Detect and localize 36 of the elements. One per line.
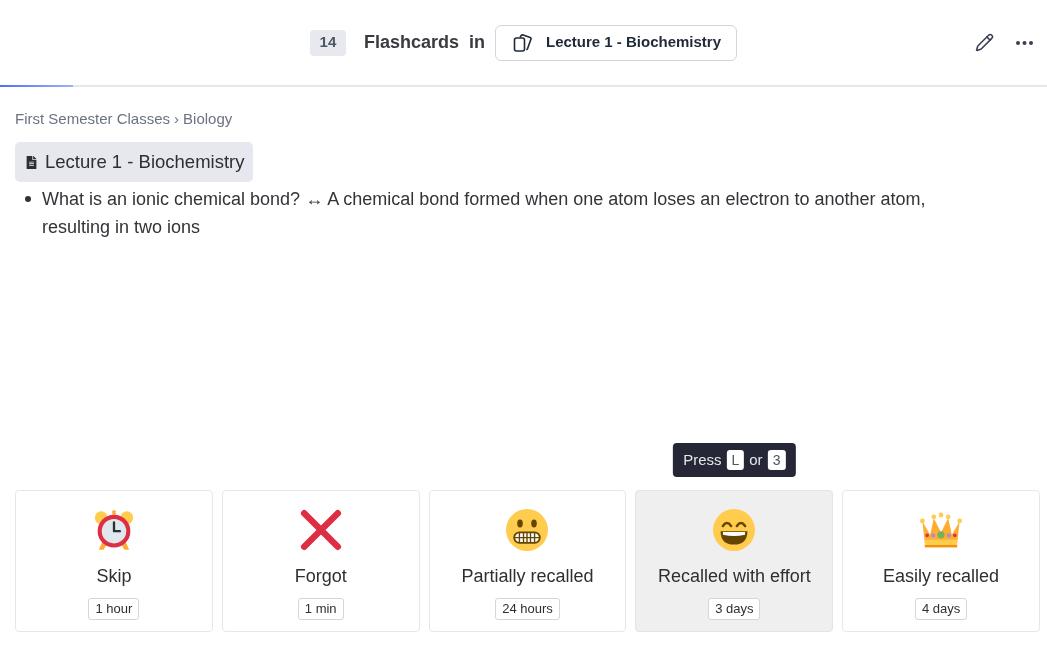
key-cap: 3 bbox=[767, 450, 786, 470]
document-icon bbox=[25, 155, 38, 169]
tooltip-text: Press bbox=[683, 449, 722, 470]
edit-button[interactable] bbox=[975, 33, 994, 52]
flashcard-text: What is an ionic chemical bond? ↔ A chemical bond formed when one atom loses an electron to another atom, resulting in two ions bbox=[42, 188, 927, 239]
document-title[interactable]: Lecture 1 - Biochemistry bbox=[45, 148, 245, 176]
rating-card[interactable]: Recalled with effort 3 days bbox=[635, 490, 834, 632]
bullet-icon bbox=[25, 196, 31, 202]
pencil-icon bbox=[975, 33, 994, 52]
tooltip-text: or bbox=[749, 449, 763, 470]
card-count-badge: 14 bbox=[309, 29, 346, 56]
interval-badge: 1 hour bbox=[88, 598, 140, 620]
cards-icon bbox=[513, 32, 533, 53]
document-chip[interactable]: Lecture 1 - Biochemistry bbox=[15, 142, 254, 182]
grinning-face-icon bbox=[713, 509, 756, 551]
key-cap: L bbox=[726, 450, 745, 470]
alarm-clock-icon bbox=[92, 509, 135, 551]
cross-mark-icon bbox=[299, 509, 342, 551]
grimacing-face-icon bbox=[506, 509, 549, 551]
rating-card[interactable]: Partially recalled 24 hours bbox=[428, 490, 627, 632]
header-title: Flashcards bbox=[363, 31, 459, 54]
interval-badge: 1 min bbox=[297, 598, 344, 620]
deck-button[interactable]: Lecture 1 - Biochemistry bbox=[495, 24, 738, 61]
breadcrumb-separator: › bbox=[174, 109, 180, 129]
interval-badge: 4 days bbox=[914, 598, 968, 620]
breadcrumb-link[interactable]: First Semester Classes bbox=[15, 109, 171, 129]
header-connector: in bbox=[469, 31, 485, 54]
more-button[interactable] bbox=[1016, 40, 1033, 45]
more-icon bbox=[1016, 40, 1033, 45]
rating-card[interactable]: Skip 1 hour bbox=[15, 490, 213, 632]
rating-card[interactable]: Easily recalled 4 days bbox=[842, 490, 1040, 632]
breadcrumb-link[interactable]: Biology bbox=[183, 109, 233, 129]
rating-card[interactable]: Forgot 1 min bbox=[221, 490, 420, 632]
interval-badge: 3 days bbox=[708, 598, 761, 620]
crown-icon bbox=[919, 512, 964, 548]
interval-badge: 24 hours bbox=[495, 598, 560, 620]
